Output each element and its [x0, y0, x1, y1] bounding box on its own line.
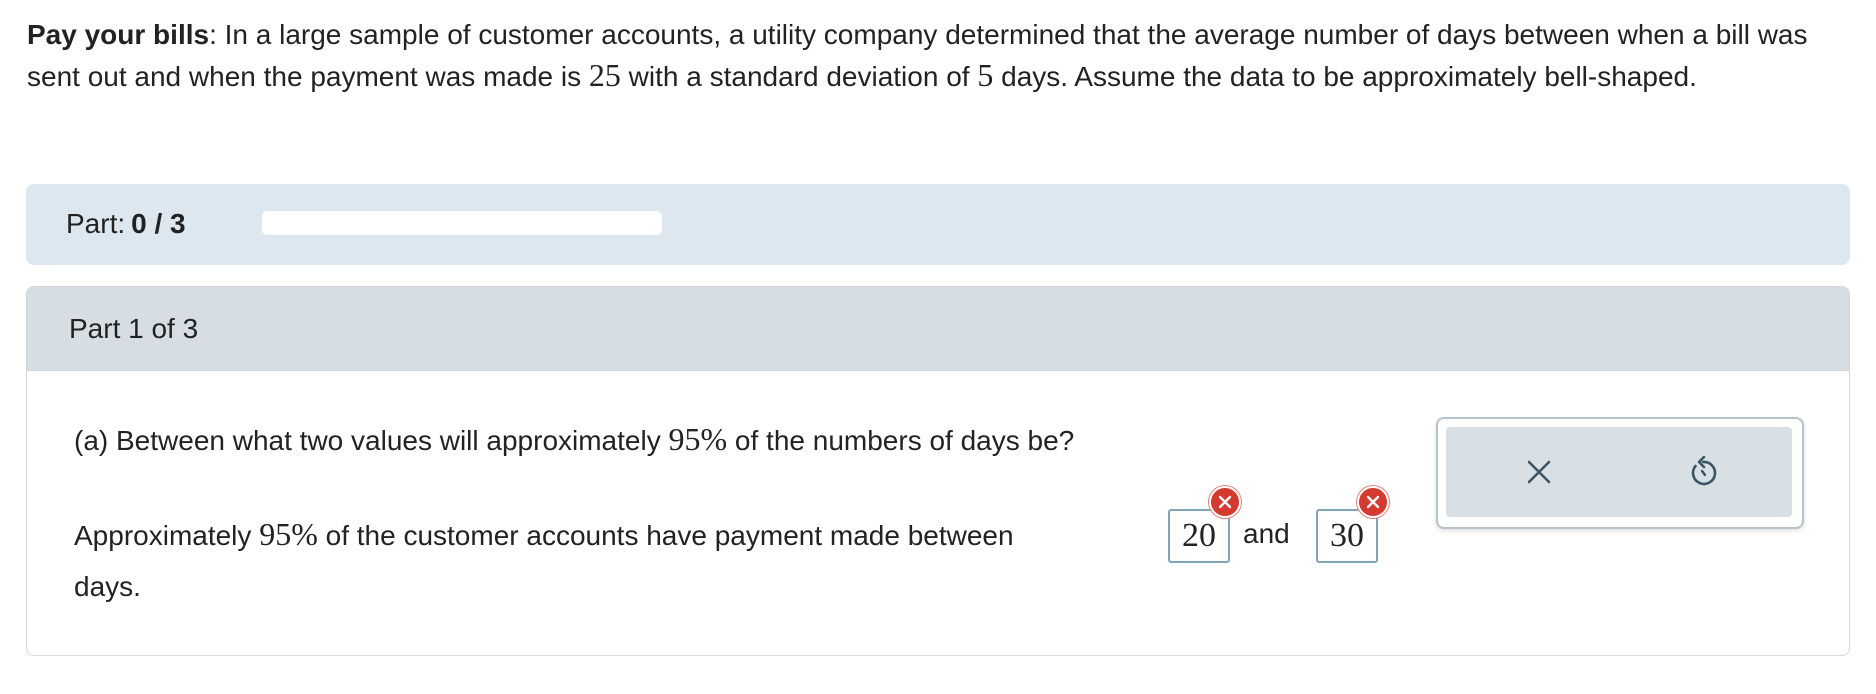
- question-text: (a) Between what two values will approxi…: [74, 419, 1074, 461]
- error-icon: [1357, 486, 1389, 518]
- answer-prefix: Approximately: [74, 520, 260, 551]
- close-icon: [1527, 460, 1551, 484]
- answer-and: and: [1243, 518, 1290, 549]
- progress-panel: Part: 0 / 3: [26, 184, 1850, 265]
- problem-text-3: days. Assume the data to be approximatel…: [993, 61, 1697, 92]
- progress-label: Part: 0 / 3: [66, 206, 186, 242]
- answer-percent: 95%: [259, 516, 318, 552]
- answer-tools-panel: [1446, 427, 1792, 517]
- part-header: Part 1 of 3: [27, 287, 1849, 371]
- answer-middle: of the customer accounts have payment ma…: [317, 520, 1014, 551]
- question-suffix: of the numbers of days be?: [727, 425, 1075, 456]
- problem-text-2: with a standard deviation of: [620, 61, 978, 92]
- reset-button[interactable]: [1680, 449, 1726, 495]
- question-percent: 95%: [668, 421, 728, 457]
- progress-count: 0 / 3: [131, 208, 186, 239]
- answer-tools: [1436, 417, 1804, 529]
- clear-button[interactable]: [1516, 449, 1562, 495]
- problem-title: Pay your bills: [27, 19, 210, 50]
- part-title: Part 1 of 3: [69, 313, 199, 344]
- problem-mean: 25: [588, 57, 621, 93]
- error-icon: [1209, 486, 1241, 518]
- progress-label-text: Part:: [66, 208, 126, 239]
- problem-statement: Pay your bills: In a large sample of cus…: [27, 14, 1857, 97]
- answer-sentence: Approximately 95% of the customer accoun…: [74, 514, 1014, 556]
- answer-suffix: days.: [74, 571, 141, 602]
- undo-icon: [1691, 455, 1717, 486]
- problem-sd: 5: [977, 57, 994, 93]
- question-prefix: (a) Between what two values will approxi…: [74, 425, 669, 456]
- progress-bar: [262, 211, 662, 235]
